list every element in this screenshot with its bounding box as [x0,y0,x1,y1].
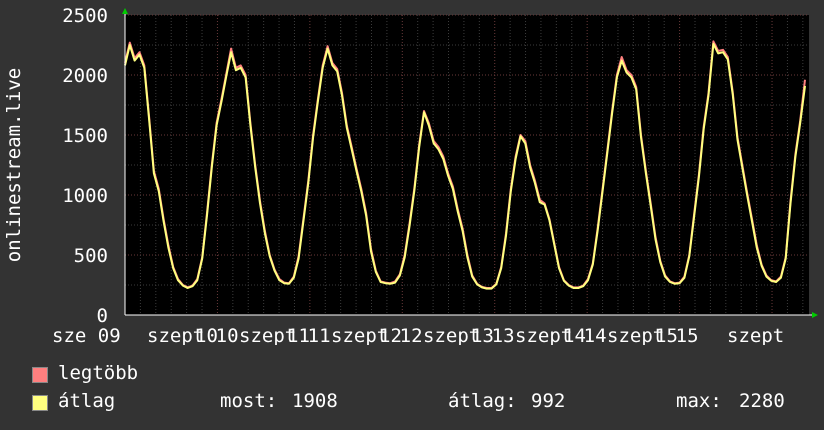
x-tick-label: szept 12 [331,325,423,345]
x-tick-label: szept 14 [515,325,607,345]
stat-max-label: max: [676,390,722,412]
y-tick-label: 2000 [62,65,108,87]
x-tick-label: szept 11 [239,325,331,345]
line-chart: 05001000150020002500 sze 09 szept 10 szept… [3,5,818,345]
stat-avg-value: 992 [531,390,566,412]
x-tick-label-overlap: 10 [195,325,218,345]
x-tick-label-overlap: 15 [655,325,678,345]
x-tick-label: szept 13 [423,325,515,345]
x-tick-label: szept 10 [147,325,239,345]
x-tick-label-overlap: 14 [563,325,586,345]
y-axis-arrow-icon [122,8,128,14]
x-tick-label: sze 09 [52,325,121,345]
x-axis: sze 09 szept 10 szept 11 szept 12 szept 13 sz… [52,325,784,345]
x-tick-label-overlap: 11 [287,325,310,345]
y-tick-label: 1500 [62,125,108,147]
x-tick-label: szept [727,325,784,345]
legend-swatch-avg [32,395,48,411]
y-tick-label: 0 [97,305,108,327]
legend-label-avg: átlag [58,390,116,412]
legend-label-max: legtöbb [58,362,139,384]
legend-swatch-max [32,367,48,383]
stat-now-label: most: [220,390,278,412]
stat-now-value: 1908 [292,390,338,412]
x-tick-label-overlap: 13 [471,325,494,345]
stat-avg-label: átlag: [448,390,517,412]
y-tick-label: 1000 [62,185,108,207]
y-axis: 0 500 1000 1500 2000 2500 [62,5,108,327]
stat-max-value: 2280 [739,390,785,412]
y-axis-label: onlinestream.live [3,68,25,262]
x-tick-label: szept 15 [607,325,699,345]
y-tick-label: 2500 [62,5,108,27]
x-axis-arrow-icon [812,312,818,318]
x-tick-label-overlap: 12 [379,325,402,345]
y-tick-label: 500 [74,245,108,267]
